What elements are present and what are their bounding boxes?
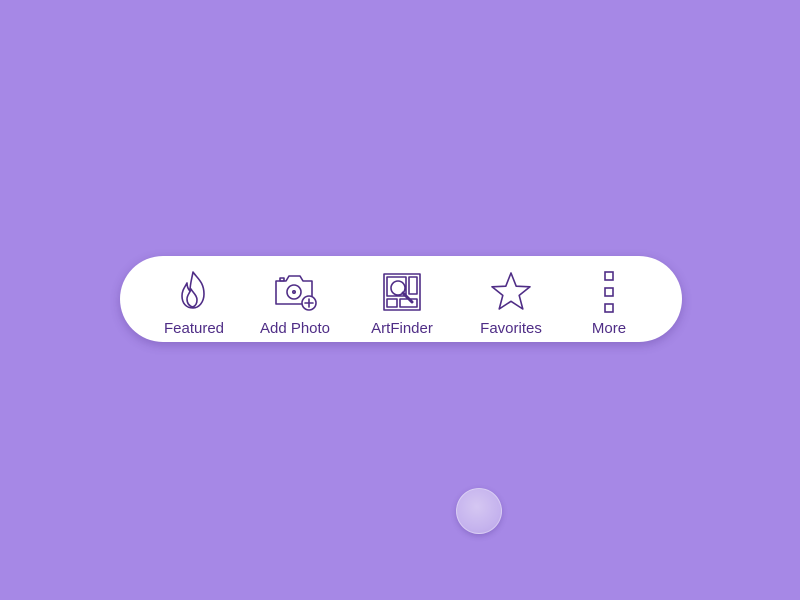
flame-icon bbox=[172, 270, 216, 314]
tab-label: ArtFinder bbox=[371, 320, 433, 337]
tab-bar: Featured Add Photo ArtFinder Favorites M… bbox=[120, 256, 682, 342]
tab-favorites[interactable]: Favorites bbox=[456, 256, 566, 342]
tab-label: Featured bbox=[163, 320, 225, 337]
tab-featured[interactable]: Featured bbox=[139, 256, 249, 342]
tab-artfinder[interactable]: ArtFinder bbox=[347, 256, 457, 342]
tab-label: More bbox=[591, 320, 627, 337]
camera-add-icon bbox=[273, 270, 317, 314]
tab-add-photo[interactable]: Add Photo bbox=[240, 256, 350, 342]
star-icon bbox=[489, 270, 533, 314]
floating-touch-button[interactable] bbox=[456, 488, 502, 534]
more-vertical-icon bbox=[587, 270, 631, 314]
tab-more[interactable]: More bbox=[554, 256, 664, 342]
artfinder-search-icon bbox=[380, 270, 424, 314]
tab-label: Favorites bbox=[480, 320, 542, 337]
tab-label: Add Photo bbox=[259, 320, 331, 337]
